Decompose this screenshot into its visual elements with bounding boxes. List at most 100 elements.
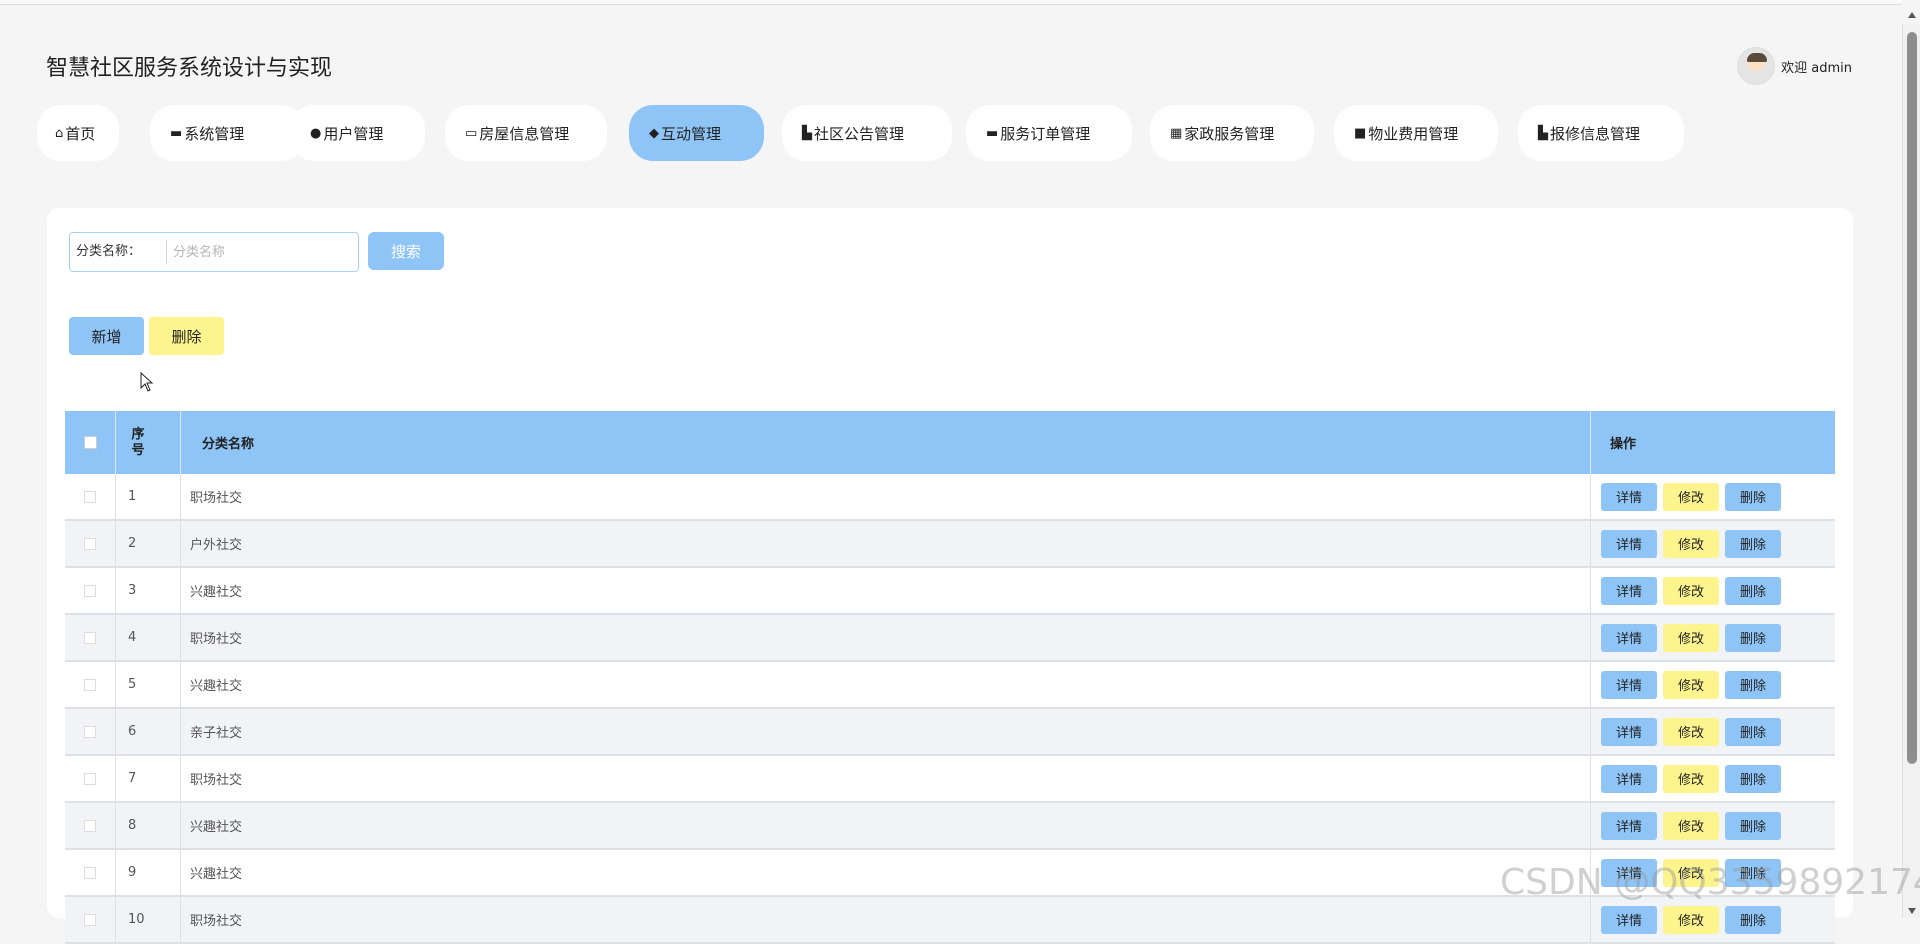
row-checkbox-cell bbox=[65, 615, 116, 660]
add-button[interactable]: 新增 bbox=[69, 317, 144, 355]
row-checkbox[interactable] bbox=[84, 866, 96, 879]
row-index: 3 bbox=[116, 568, 181, 613]
table-row: 1 职场社交 详情 修改 删除 bbox=[65, 474, 1835, 521]
row-checkbox[interactable] bbox=[84, 490, 96, 503]
detail-button[interactable]: 详情 bbox=[1601, 670, 1657, 699]
delete-button[interactable]: 删除 bbox=[1725, 482, 1781, 511]
nav-item-repair[interactable]: ▙ 报修信息管理 bbox=[1518, 105, 1684, 161]
search-input[interactable] bbox=[167, 237, 347, 267]
nav-item-label: 服务订单管理 bbox=[1000, 124, 1091, 143]
store-icon: ▦ bbox=[1170, 125, 1183, 141]
edit-button[interactable]: 修改 bbox=[1663, 905, 1719, 934]
nav-item-system[interactable]: ▬ 系统管理 bbox=[150, 105, 305, 161]
select-all-checkbox[interactable] bbox=[83, 436, 97, 449]
search-button[interactable]: 搜索 bbox=[368, 232, 444, 270]
nav-item-users[interactable]: ● 用户管理 bbox=[290, 105, 425, 161]
batch-delete-button[interactable]: 删除 bbox=[149, 317, 224, 355]
row-index: 5 bbox=[116, 662, 181, 707]
delete-button[interactable]: 删除 bbox=[1725, 670, 1781, 699]
delete-button[interactable]: 删除 bbox=[1725, 764, 1781, 793]
row-checkbox[interactable] bbox=[84, 537, 96, 550]
edit-button[interactable]: 修改 bbox=[1663, 811, 1719, 840]
home-icon: ⌂ bbox=[55, 125, 64, 141]
row-index: 4 bbox=[116, 615, 181, 660]
edit-button[interactable]: 修改 bbox=[1663, 623, 1719, 652]
row-name: 兴趣社交 bbox=[181, 662, 1591, 707]
row-index: 9 bbox=[116, 850, 181, 895]
detail-button[interactable]: 详情 bbox=[1601, 482, 1657, 511]
edit-button[interactable]: 修改 bbox=[1663, 529, 1719, 558]
delete-button[interactable]: 删除 bbox=[1725, 576, 1781, 605]
table-header: 序号 分类名称 操作 bbox=[65, 411, 1835, 474]
delete-button[interactable]: 删除 bbox=[1725, 717, 1781, 746]
building-icon: ▙ bbox=[1538, 125, 1548, 141]
row-checkbox-cell bbox=[65, 662, 116, 707]
scroll-thumb[interactable] bbox=[1907, 32, 1917, 764]
edit-button[interactable]: 修改 bbox=[1663, 717, 1719, 746]
row-name: 兴趣社交 bbox=[181, 850, 1591, 895]
row-checkbox-cell bbox=[65, 756, 116, 801]
table-row: 7 职场社交 详情 修改 删除 bbox=[65, 756, 1835, 803]
nav-item-house[interactable]: ▭ 房屋信息管理 bbox=[445, 105, 607, 161]
detail-button[interactable]: 详情 bbox=[1601, 623, 1657, 652]
row-checkbox[interactable] bbox=[84, 631, 96, 644]
scrollbar[interactable] bbox=[1902, 12, 1920, 918]
row-checkbox-cell bbox=[65, 521, 116, 566]
avatar[interactable] bbox=[1737, 47, 1776, 85]
edit-button[interactable]: 修改 bbox=[1663, 482, 1719, 511]
row-index: 2 bbox=[116, 521, 181, 566]
table-row: 6 亲子社交 详情 修改 删除 bbox=[65, 709, 1835, 756]
scroll-down-arrow-icon[interactable] bbox=[1908, 908, 1916, 914]
detail-button[interactable]: 详情 bbox=[1601, 905, 1657, 934]
nav-item-home[interactable]: ⌂ 首页 bbox=[37, 105, 119, 161]
building-icon: ▙ bbox=[802, 125, 812, 141]
watermark: CSDN @QQ3359892174 bbox=[1500, 862, 1920, 903]
row-checkbox[interactable] bbox=[84, 772, 96, 785]
row-name: 兴趣社交 bbox=[181, 568, 1591, 613]
nav-item-label: 用户管理 bbox=[323, 124, 384, 143]
row-index: 6 bbox=[116, 709, 181, 754]
edit-button[interactable]: 修改 bbox=[1663, 576, 1719, 605]
detail-button[interactable]: 详情 bbox=[1601, 811, 1657, 840]
row-checkbox[interactable] bbox=[84, 584, 96, 597]
user-box[interactable]: 欢迎 admin bbox=[1737, 47, 1852, 85]
header-index-cell: 序号 bbox=[116, 411, 181, 474]
select-all-cell bbox=[65, 411, 116, 474]
table-row: 8 兴趣社交 详情 修改 删除 bbox=[65, 803, 1835, 850]
nav-item-orders[interactable]: ▬ 服务订单管理 bbox=[966, 105, 1132, 161]
scroll-up-arrow-icon[interactable] bbox=[1908, 12, 1916, 18]
row-checkbox[interactable] bbox=[84, 819, 96, 832]
edit-button[interactable]: 修改 bbox=[1663, 764, 1719, 793]
delete-button[interactable]: 删除 bbox=[1725, 905, 1781, 934]
header-index: 序号 bbox=[131, 426, 145, 458]
detail-button[interactable]: 详情 bbox=[1601, 717, 1657, 746]
delete-button[interactable]: 删除 bbox=[1725, 811, 1781, 840]
nav-item-label: 物业费用管理 bbox=[1368, 124, 1459, 143]
nav-item-property-fee[interactable]: ■ 物业费用管理 bbox=[1334, 105, 1498, 161]
detail-button[interactable]: 详情 bbox=[1601, 529, 1657, 558]
row-checkbox[interactable] bbox=[84, 913, 96, 926]
drop-icon: ◆ bbox=[649, 125, 659, 141]
nav-item-housekeeping[interactable]: ▦ 家政服务管理 bbox=[1150, 105, 1314, 161]
table-row: 3 兴趣社交 详情 修改 删除 bbox=[65, 568, 1835, 615]
delete-button[interactable]: 删除 bbox=[1725, 623, 1781, 652]
edit-button[interactable]: 修改 bbox=[1663, 670, 1719, 699]
table-row: 2 户外社交 详情 修改 删除 bbox=[65, 521, 1835, 568]
row-checkbox[interactable] bbox=[84, 678, 96, 691]
row-checkbox[interactable] bbox=[84, 725, 96, 738]
search-field: 分类名称： bbox=[69, 232, 359, 272]
header-name: 分类名称 bbox=[181, 411, 1591, 474]
nav-item-label: 家政服务管理 bbox=[1184, 124, 1275, 143]
row-name: 职场社交 bbox=[181, 756, 1591, 801]
nav-item-label: 房屋信息管理 bbox=[479, 124, 570, 143]
row-ops: 详情 修改 删除 bbox=[1591, 568, 1835, 613]
detail-button[interactable]: 详情 bbox=[1601, 576, 1657, 605]
detail-button[interactable]: 详情 bbox=[1601, 764, 1657, 793]
delete-button[interactable]: 删除 bbox=[1725, 529, 1781, 558]
row-checkbox-cell bbox=[65, 709, 116, 754]
window-icon: ▬ bbox=[170, 125, 183, 141]
nav-item-interaction[interactable]: ◆ 互动管理 bbox=[629, 105, 764, 161]
nav-item-notice[interactable]: ▙ 社区公告管理 bbox=[782, 105, 952, 161]
row-index: 10 bbox=[116, 897, 181, 942]
window-icon: ▬ bbox=[986, 125, 999, 141]
